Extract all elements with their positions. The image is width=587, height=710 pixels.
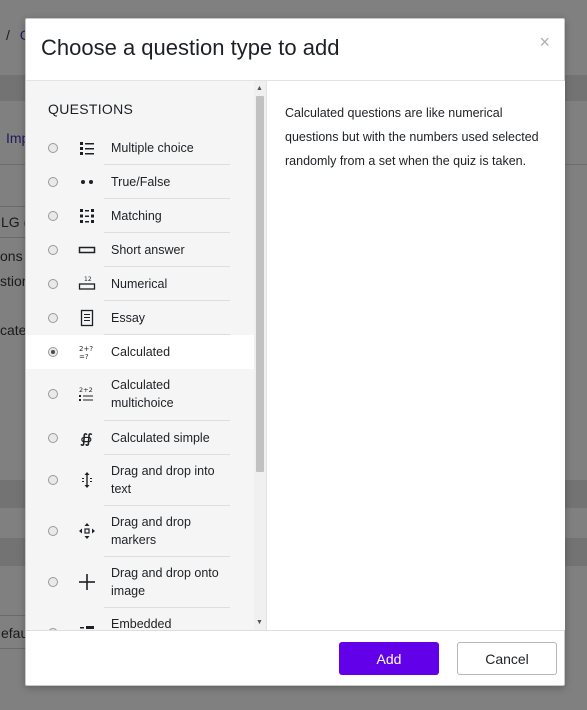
- breadcrumb-separator: /: [6, 27, 10, 43]
- dialog-title: Choose a question type to add: [41, 35, 340, 60]
- options-scrollbar[interactable]: ▲ ▼: [254, 81, 266, 630]
- option-multiple-choice[interactable]: Multiple choice: [26, 131, 254, 165]
- option-calculated-simple[interactable]: ∯ Calculated simple: [26, 421, 254, 455]
- option-drag-drop-markers[interactable]: Drag and drop markers: [26, 506, 254, 557]
- radio-calculated[interactable]: [48, 347, 58, 357]
- scroll-up-icon[interactable]: ▲: [256, 85, 263, 92]
- short-answer-icon: [78, 241, 96, 259]
- numerical-icon: 12: [78, 275, 96, 293]
- radio-calculated-simple[interactable]: [48, 433, 58, 443]
- scrollbar-thumb[interactable]: [256, 96, 264, 472]
- question-type-summary: Calculated questions are like numerical …: [285, 106, 539, 168]
- option-matching[interactable]: Matching: [26, 199, 254, 233]
- choose-question-dialog: Choose a question type to add × QUESTION…: [25, 18, 565, 686]
- radio-drag-drop-image[interactable]: [48, 577, 58, 587]
- cancel-button[interactable]: Cancel: [457, 642, 557, 675]
- radio-matching[interactable]: [48, 211, 58, 221]
- option-label: Multiple choice: [111, 141, 194, 155]
- radio-multiple-choice[interactable]: [48, 143, 58, 153]
- radio-drag-drop-text[interactable]: [48, 475, 58, 485]
- option-calculated[interactable]: 2+? =? Calculated: [26, 335, 254, 369]
- option-numerical[interactable]: 12 Numerical: [26, 267, 254, 301]
- radio-drag-drop-markers[interactable]: [48, 526, 58, 536]
- svg-text:12: 12: [84, 276, 92, 283]
- radio-true-false[interactable]: [48, 177, 58, 187]
- option-label: Calculated: [111, 345, 171, 359]
- scroll-down-icon[interactable]: ▼: [256, 619, 263, 626]
- svg-text:∯: ∯: [80, 432, 93, 447]
- drag-drop-markers-icon: [78, 522, 96, 540]
- option-drag-drop-text[interactable]: Drag and drop into text: [26, 455, 254, 506]
- matching-icon: [78, 207, 96, 225]
- close-icon[interactable]: ×: [539, 33, 550, 51]
- radio-essay[interactable]: [48, 313, 58, 323]
- multiple-choice-icon: [78, 139, 96, 157]
- summary-pane: Calculated questions are like numerical …: [266, 81, 565, 630]
- svg-text:2+?: 2+?: [79, 345, 93, 353]
- option-label: Drag and drop onto image: [111, 566, 219, 598]
- drag-drop-text-icon: [78, 471, 96, 489]
- option-label: Embedded: [111, 617, 172, 630]
- radio-numerical[interactable]: [48, 279, 58, 289]
- dialog-footer: Add Cancel: [26, 630, 564, 686]
- essay-icon: [78, 309, 96, 327]
- option-short-answer[interactable]: Short answer: [26, 233, 254, 267]
- option-label: Numerical: [111, 277, 168, 291]
- section-heading: QUESTIONS: [48, 101, 134, 117]
- option-label: Drag and drop markers: [111, 515, 191, 547]
- radio-calculated-multichoice[interactable]: [48, 389, 58, 399]
- option-label: Matching: [111, 209, 162, 223]
- dialog-header: Choose a question type to add ×: [26, 19, 564, 81]
- background-select[interactable]: LG (S: [0, 206, 38, 238]
- background-text-3: cate: [0, 322, 27, 338]
- calculated-multichoice-icon: 2+2: [78, 385, 96, 403]
- svg-text:=?: =?: [79, 353, 89, 361]
- option-true-false[interactable]: True/False: [26, 165, 254, 199]
- option-label: Drag and drop into text: [111, 464, 215, 496]
- calculated-simple-icon: ∯: [78, 429, 96, 447]
- option-calculated-multichoice[interactable]: 2+2 Calculated multichoice: [26, 369, 254, 421]
- true-false-icon: [78, 173, 96, 191]
- option-embedded[interactable]: Embedded: [26, 608, 254, 630]
- dialog-body: QUESTIONS Multiple choice True/False Mat…: [26, 81, 565, 630]
- option-essay[interactable]: Essay: [26, 301, 254, 335]
- option-drag-drop-image[interactable]: Drag and drop onto image: [26, 557, 254, 608]
- drag-drop-image-icon: [78, 573, 96, 591]
- option-label: Short answer: [111, 243, 185, 257]
- option-label: Calculated simple: [111, 431, 210, 445]
- radio-short-answer[interactable]: [48, 245, 58, 255]
- background-input[interactable]: efau: [0, 615, 28, 649]
- option-label: True/False: [111, 175, 171, 189]
- calculated-icon: 2+? =?: [78, 343, 96, 361]
- option-label: Calculated multichoice: [111, 378, 174, 410]
- options-pane: QUESTIONS Multiple choice True/False Mat…: [26, 81, 266, 630]
- option-label: Essay: [111, 311, 146, 325]
- add-button[interactable]: Add: [339, 642, 439, 675]
- svg-text:2+2: 2+2: [79, 386, 93, 394]
